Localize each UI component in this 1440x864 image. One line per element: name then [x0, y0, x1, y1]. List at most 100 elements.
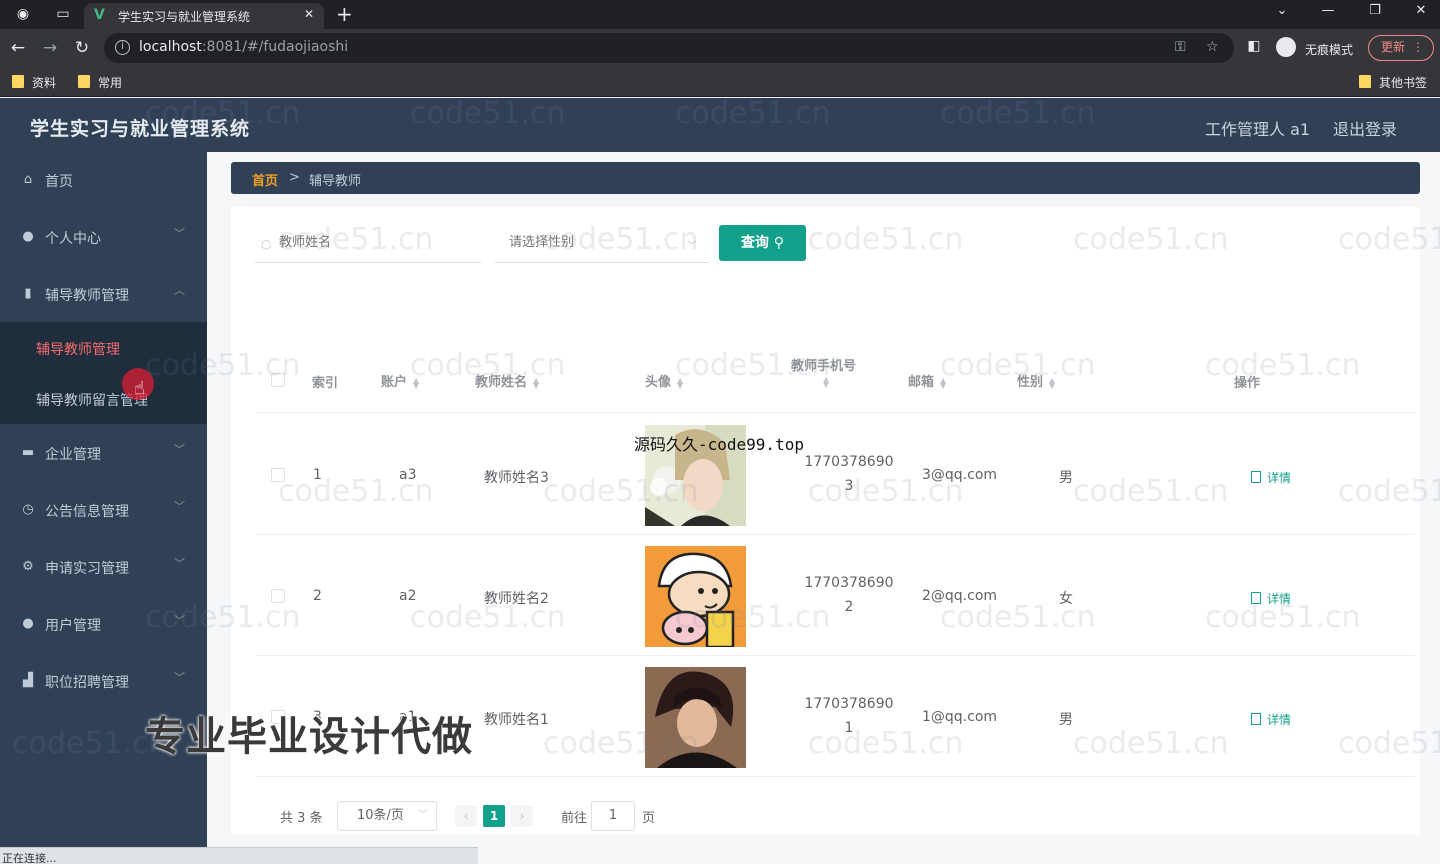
url-field[interactable]: i localhost:8081/#/fudaojiaoshi ⚿ ☆	[104, 33, 1234, 63]
chevron-down-icon: ﹀	[418, 810, 428, 821]
key-icon[interactable]: ⚿	[1175, 39, 1186, 55]
th-avatar[interactable]: 头像 ▲ ▼	[645, 371, 683, 390]
minimize-icon[interactable]: —	[1313, 3, 1343, 18]
teacher-name-input[interactable]	[279, 235, 469, 250]
side-panel-icon[interactable]: ◧	[1244, 38, 1264, 54]
gender-select-input[interactable]	[509, 235, 679, 250]
sidebar-item-label: 个人中心	[45, 231, 101, 247]
detail-button[interactable]: 详情	[1251, 590, 1291, 607]
page-size-select[interactable]: 10条/页 ﹀	[337, 801, 437, 831]
update-button[interactable]: 更新 ⋮	[1368, 35, 1434, 61]
other-bookmarks[interactable]: 其他书签	[1357, 74, 1427, 91]
sidebar-item-tutor-management[interactable]: ▮ 辅导教师管理 ︿	[0, 266, 207, 322]
chevron-down-icon: ﹀	[174, 443, 185, 456]
row-checkbox[interactable]	[271, 468, 285, 482]
thumb-icon: ▟	[23, 673, 33, 688]
reload-icon[interactable]: ↻	[72, 38, 92, 58]
restore-icon[interactable]: ❐	[1360, 3, 1390, 18]
close-window-icon[interactable]: ✕	[1406, 3, 1436, 18]
sidebar-item-internship-applications[interactable]: ⚙ 申请实习管理 ﹀	[0, 539, 207, 595]
gender-select[interactable]: ﹀	[495, 229, 709, 263]
page-jump-input[interactable]: 1	[591, 801, 635, 831]
bookmarks-bar: 资料 常用 其他书签	[0, 67, 1440, 97]
sidebar-item-personal-center[interactable]: ● 个人中心 ﹀	[0, 209, 207, 265]
table-header: 索引 账户 ▲ ▼ 教师姓名 ▲ ▼ 头像 ▲ ▼ 教师手机号 ▲ ▼ 邮箱 ▲ ▼ 性别 ▲ ▼ 操作	[255, 347, 1415, 413]
th-account[interactable]: 账户 ▲ ▼	[381, 371, 419, 390]
tab-list-icon[interactable]: ⌄	[1267, 3, 1297, 18]
cell-email: 2@qq.com	[922, 588, 998, 604]
browser-tab[interactable]: V 学生实习与就业管理系统 ✕	[84, 3, 324, 29]
detail-button[interactable]: 详情	[1251, 711, 1291, 728]
breadcrumb-current: 辅导教师	[309, 174, 362, 189]
th-teacher-name[interactable]: 教师姓名 ▲ ▼	[475, 371, 539, 390]
browser-tab-bar: ◉ ▭ V 学生实习与就业管理系统 ✕ + ⌄ — ❐ ✕	[0, 0, 1440, 29]
goto-label: 前往	[561, 811, 588, 826]
site-info-icon[interactable]: i	[115, 40, 130, 55]
chevron-down-icon: ﹀	[174, 614, 185, 627]
row-checkbox[interactable]	[271, 589, 285, 603]
forward-icon[interactable]: →	[40, 38, 60, 58]
sort-icon: ▲ ▼	[677, 375, 684, 390]
app-title: 学生实习与就业管理系统	[30, 118, 251, 140]
query-button[interactable]: 查询 ⚲	[719, 225, 806, 261]
cell-teacher-name: 教师姓名1	[484, 712, 549, 728]
table-row: 1 a3 教师姓名3 1770378690 3 3@qq.com 男 详情	[255, 414, 1415, 535]
search-icon: ⚲	[773, 235, 785, 251]
app-header: 学生实习与就业管理系统 工作管理人 a1 退出登录	[0, 98, 1440, 152]
teacher-avatar-image	[645, 667, 746, 768]
settings-icon: ⚙	[22, 559, 34, 574]
sidebar-item-users[interactable]: ● 用户管理 ﹀	[0, 596, 207, 652]
browser-status-bar: 正在连接...	[0, 847, 478, 864]
user-icon: ●	[22, 616, 34, 631]
cell-index: 2	[313, 588, 322, 604]
sort-icon: ▲ ▼	[533, 375, 540, 390]
cell-teacher-phone: 1770378690 2	[804, 575, 894, 615]
promo-overlay-text: 专业毕业设计代做	[145, 714, 473, 760]
detail-button[interactable]: 详情	[1251, 469, 1291, 486]
bookmark-star-icon[interactable]: ☆	[1206, 39, 1219, 55]
chevron-down-icon: ﹀	[687, 241, 697, 252]
sidebar-item-label: 用户管理	[45, 618, 101, 634]
current-user: 工作管理人 a1	[1205, 120, 1311, 139]
next-page-button[interactable]: ›	[511, 805, 533, 827]
sort-icon: ▲ ▼	[823, 374, 830, 389]
page-number-current[interactable]: 1	[483, 805, 505, 827]
cell-teacher-name: 教师姓名2	[484, 591, 549, 607]
sidebar-item-announcements[interactable]: ◷ 公告信息管理 ﹀	[0, 482, 207, 538]
logout-link[interactable]: 退出登录	[1333, 116, 1397, 140]
sidebar-item-job-postings[interactable]: ▟ 职位招聘管理 ﹀	[0, 653, 207, 709]
sidebar-item-label: 公告信息管理	[45, 504, 129, 520]
sidebar-item-company[interactable]: ▬ 企业管理 ﹀	[0, 425, 207, 481]
select-all-checkbox[interactable]	[271, 373, 285, 387]
incognito-icon[interactable]	[1276, 37, 1296, 57]
prev-page-button[interactable]: ‹	[455, 805, 477, 827]
submenu-item-tutor-management[interactable]: 辅导教师管理	[0, 322, 207, 373]
breadcrumb-home[interactable]: 首页	[252, 170, 278, 189]
chevron-down-icon: ﹀	[174, 500, 185, 513]
submenu-item-tutor-messages[interactable]: 辅导教师留言管理	[0, 373, 207, 424]
sidebar-item-label: 企业管理	[45, 447, 101, 463]
cell-gender: 男	[1059, 470, 1073, 486]
tab-close-icon[interactable]: ✕	[304, 7, 314, 21]
back-icon[interactable]: ←	[8, 38, 28, 58]
cell-email: 3@qq.com	[922, 467, 998, 483]
pagination: 共 3 条 10条/页 ﹀ ‹ 1 › 前往 1 页	[255, 801, 855, 831]
th-gender[interactable]: 性别 ▲ ▼	[1017, 371, 1055, 390]
search-icon: ○	[261, 237, 272, 251]
sidebar-item-label: 职位招聘管理	[45, 675, 129, 691]
breadcrumb: 首页 > 辅导教师	[231, 162, 1420, 194]
pagination-total: 共 3 条	[280, 811, 323, 826]
bookmark-folder-ziliao[interactable]: 资料	[10, 74, 56, 91]
sort-icon: ▲ ▼	[940, 375, 947, 390]
tab-search-icon[interactable]: ▭	[54, 5, 72, 23]
new-tab-icon[interactable]: +	[336, 2, 353, 26]
breadcrumb-separator: >	[289, 170, 300, 185]
th-email[interactable]: 邮箱 ▲ ▼	[908, 371, 946, 390]
sidebar-item-home[interactable]: ⌂ 首页	[0, 152, 207, 208]
bookmark-folder-changyong[interactable]: 常用	[76, 74, 122, 91]
clock-icon: ◷	[22, 502, 34, 517]
browser-menu-icon[interactable]: ◉	[14, 5, 32, 23]
cell-account: a2	[399, 588, 417, 604]
th-teacher-phone[interactable]: 教师手机号 ▲ ▼	[791, 355, 856, 389]
chevron-down-icon: ﹀	[174, 557, 185, 570]
